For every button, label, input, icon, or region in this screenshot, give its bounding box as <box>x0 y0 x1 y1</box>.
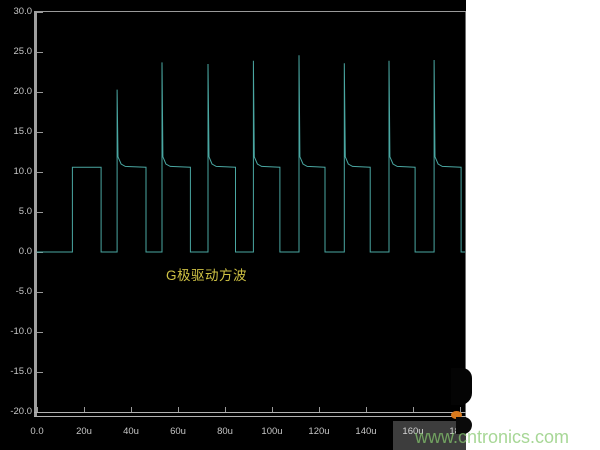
square-wave-trace <box>37 55 465 252</box>
waveform-viewer: 30.025.020.015.010.05.00.0-5.0-10.0-15.0… <box>0 0 600 450</box>
waveform-trace <box>0 0 600 450</box>
trace-annotation: G极驱动方波 <box>166 264 247 284</box>
watermark-text: www.cntronics.com <box>415 427 569 447</box>
